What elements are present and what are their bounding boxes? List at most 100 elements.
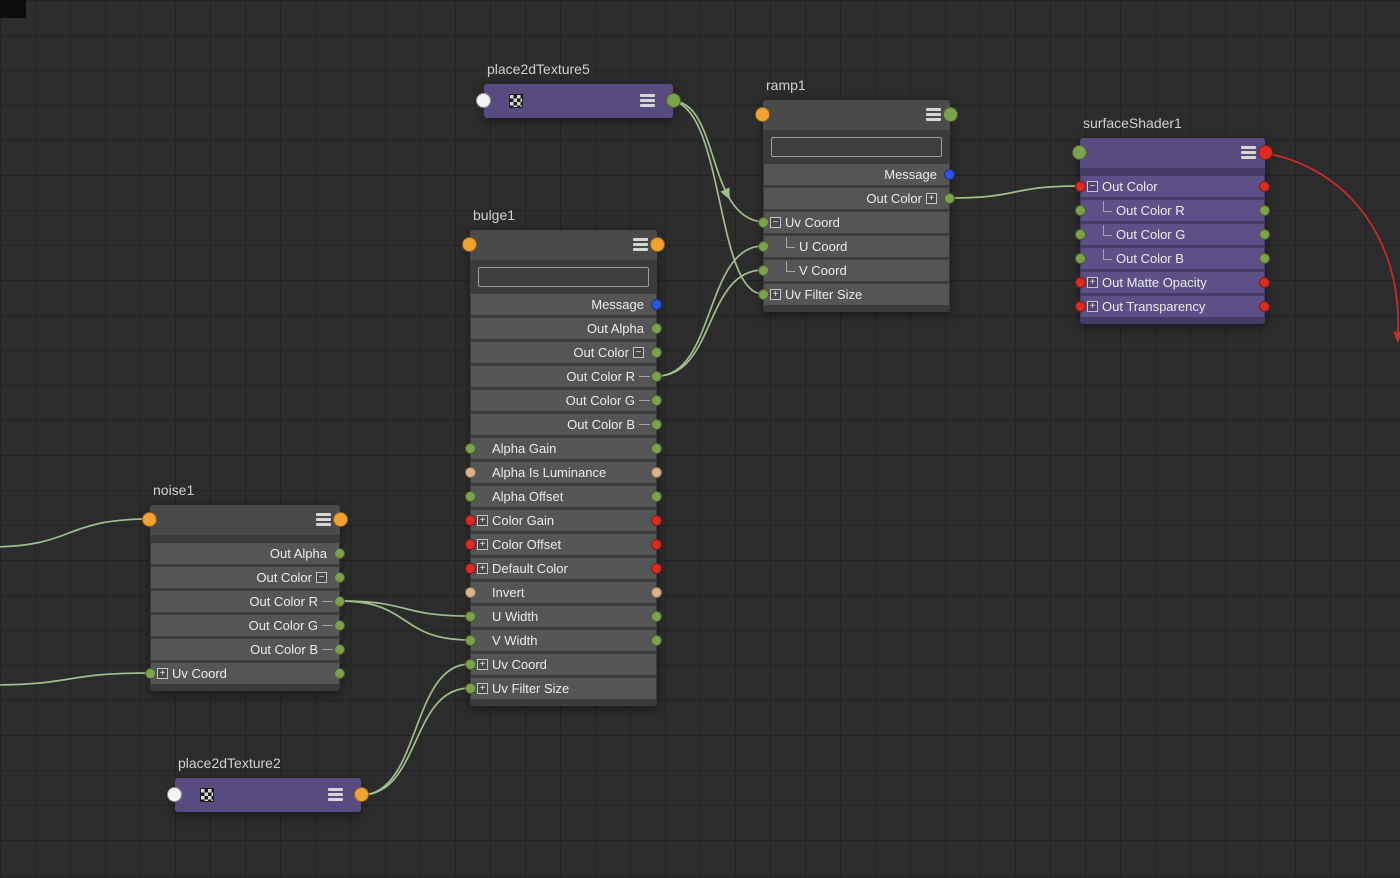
- row-uv-coord[interactable]: + Uv Coord: [145, 663, 345, 684]
- port-left-uv-coord[interactable]: [145, 668, 156, 679]
- port-right-v-width[interactable]: [651, 635, 662, 646]
- port-right-out-color-r[interactable]: [334, 596, 345, 607]
- row-out-transparency[interactable]: + Out Transparency: [1075, 296, 1270, 317]
- port-right-uv-coord[interactable]: [334, 668, 345, 679]
- wire[interactable]: [360, 663, 471, 796]
- row-out-color-b[interactable]: Out Color B: [1075, 248, 1270, 269]
- row-color-offset[interactable]: + Color Offset: [465, 534, 662, 555]
- port-right-out-matte-opacity[interactable]: [1259, 277, 1270, 288]
- row-alpha-offset[interactable]: Alpha Offset: [465, 486, 662, 507]
- node-ramp1[interactable]: ramp1 Message Out Color + − Uv Coord U Coord V …: [755, 77, 958, 312]
- row-default-color[interactable]: + Default Color: [465, 558, 662, 579]
- port-left-out-matte-opacity[interactable]: [1075, 277, 1086, 288]
- node-rename-field[interactable]: [771, 137, 942, 157]
- port-right-default-color[interactable]: [651, 563, 662, 574]
- row-v-width[interactable]: V Width: [465, 630, 662, 651]
- corner-port-right[interactable]: [650, 237, 665, 252]
- row-uv-filter-size[interactable]: + Uv Filter Size: [465, 678, 656, 699]
- row-out-alpha[interactable]: Out Alpha: [151, 543, 345, 564]
- port-right-alpha-is-luminance[interactable]: [651, 467, 662, 478]
- expand-toggle[interactable]: −: [770, 217, 781, 228]
- port-right-out-alpha[interactable]: [334, 548, 345, 559]
- row-v-coord[interactable]: V Coord: [758, 260, 949, 281]
- port-right-alpha-gain[interactable]: [651, 443, 662, 454]
- menu-icon[interactable]: [926, 108, 941, 123]
- port-left-uv-coord[interactable]: [758, 217, 769, 228]
- port-right-message[interactable]: [944, 169, 955, 180]
- corner-port-right[interactable]: [666, 93, 681, 108]
- port-left-out-transparency[interactable]: [1075, 301, 1086, 312]
- expand-toggle[interactable]: +: [1087, 301, 1098, 312]
- port-right-out-color[interactable]: [1259, 181, 1270, 192]
- corner-port-right[interactable]: [1258, 145, 1273, 160]
- row-out-color-b[interactable]: Out Color B: [471, 414, 662, 435]
- expand-toggle[interactable]: +: [477, 683, 488, 694]
- port-right-out-color[interactable]: [651, 347, 662, 358]
- wire[interactable]: [0, 672, 151, 686]
- port-right-message[interactable]: [651, 299, 662, 310]
- port-left-uv-filter-size[interactable]: [758, 289, 769, 300]
- row-color-gain[interactable]: + Color Gain: [465, 510, 662, 531]
- wire[interactable]: [1264, 152, 1399, 335]
- wire[interactable]: [360, 687, 471, 796]
- corner-port-right[interactable]: [333, 512, 348, 527]
- port-right-out-color-g[interactable]: [334, 620, 345, 631]
- menu-icon[interactable]: [640, 94, 655, 109]
- port-left-uv-filter-size[interactable]: [465, 683, 476, 694]
- row-out-color-b[interactable]: Out Color B: [151, 639, 345, 660]
- port-left-invert[interactable]: [465, 587, 476, 598]
- row-out-color-g[interactable]: Out Color G: [151, 615, 345, 636]
- row-message[interactable]: Message: [764, 164, 955, 185]
- port-left-uv-coord[interactable]: [465, 659, 476, 670]
- row-u-coord[interactable]: U Coord: [758, 236, 949, 257]
- port-right-out-color-b[interactable]: [334, 644, 345, 655]
- port-left-alpha-is-luminance[interactable]: [465, 467, 476, 478]
- row-out-color-r[interactable]: Out Color R: [151, 591, 345, 612]
- port-left-v-width[interactable]: [465, 635, 476, 646]
- row-out-color-g[interactable]: Out Color G: [471, 390, 662, 411]
- port-left-out-color-g[interactable]: [1075, 229, 1086, 240]
- corner-port-left[interactable]: [142, 512, 157, 527]
- row-out-color[interactable]: Out Color −: [151, 567, 345, 588]
- port-right-invert[interactable]: [651, 587, 662, 598]
- expand-toggle[interactable]: +: [477, 659, 488, 670]
- expand-toggle[interactable]: +: [926, 193, 937, 204]
- port-right-color-gain[interactable]: [651, 515, 662, 526]
- port-right-out-color-r[interactable]: [1259, 205, 1270, 216]
- port-right-out-alpha[interactable]: [651, 323, 662, 334]
- port-right-u-width[interactable]: [651, 611, 662, 622]
- expand-toggle[interactable]: −: [633, 347, 644, 358]
- port-right-out-color-g[interactable]: [1259, 229, 1270, 240]
- expand-toggle[interactable]: +: [477, 539, 488, 550]
- port-right-out-color[interactable]: [334, 572, 345, 583]
- menu-icon[interactable]: [316, 513, 331, 528]
- corner-port-right[interactable]: [943, 107, 958, 122]
- row-out-color-r[interactable]: Out Color R: [1075, 200, 1270, 221]
- port-right-color-offset[interactable]: [651, 539, 662, 550]
- node-surfaceShader1[interactable]: surfaceShader1 − Out Color Out Color R Out C…: [1072, 115, 1273, 324]
- wire[interactable]: [672, 100, 764, 223]
- expand-toggle[interactable]: +: [157, 668, 168, 679]
- port-right-out-transparency[interactable]: [1259, 301, 1270, 312]
- wire[interactable]: [656, 269, 764, 377]
- port-left-v-coord[interactable]: [758, 265, 769, 276]
- menu-icon[interactable]: [1241, 146, 1256, 161]
- wire[interactable]: [672, 100, 764, 295]
- corner-port-left[interactable]: [1072, 145, 1087, 160]
- row-out-color-r[interactable]: Out Color R: [471, 366, 662, 387]
- row-out-color[interactable]: Out Color −: [471, 342, 662, 363]
- row-out-color-g[interactable]: Out Color G: [1075, 224, 1270, 245]
- menu-icon[interactable]: [633, 238, 648, 253]
- corner-port-right[interactable]: [354, 787, 369, 802]
- row-uv-coord[interactable]: + Uv Coord: [465, 654, 656, 675]
- corner-port-left[interactable]: [755, 107, 770, 122]
- row-alpha-is-luminance[interactable]: Alpha Is Luminance: [465, 462, 662, 483]
- port-left-u-width[interactable]: [465, 611, 476, 622]
- row-uv-filter-size[interactable]: + Uv Filter Size: [758, 284, 949, 305]
- port-right-out-color-g[interactable]: [651, 395, 662, 406]
- node-place2dTexture5[interactable]: place2dTexture5: [476, 61, 681, 118]
- wire[interactable]: [949, 185, 1081, 199]
- row-out-alpha[interactable]: Out Alpha: [471, 318, 662, 339]
- row-out-color[interactable]: − Out Color: [1075, 176, 1270, 197]
- wire[interactable]: [339, 600, 471, 617]
